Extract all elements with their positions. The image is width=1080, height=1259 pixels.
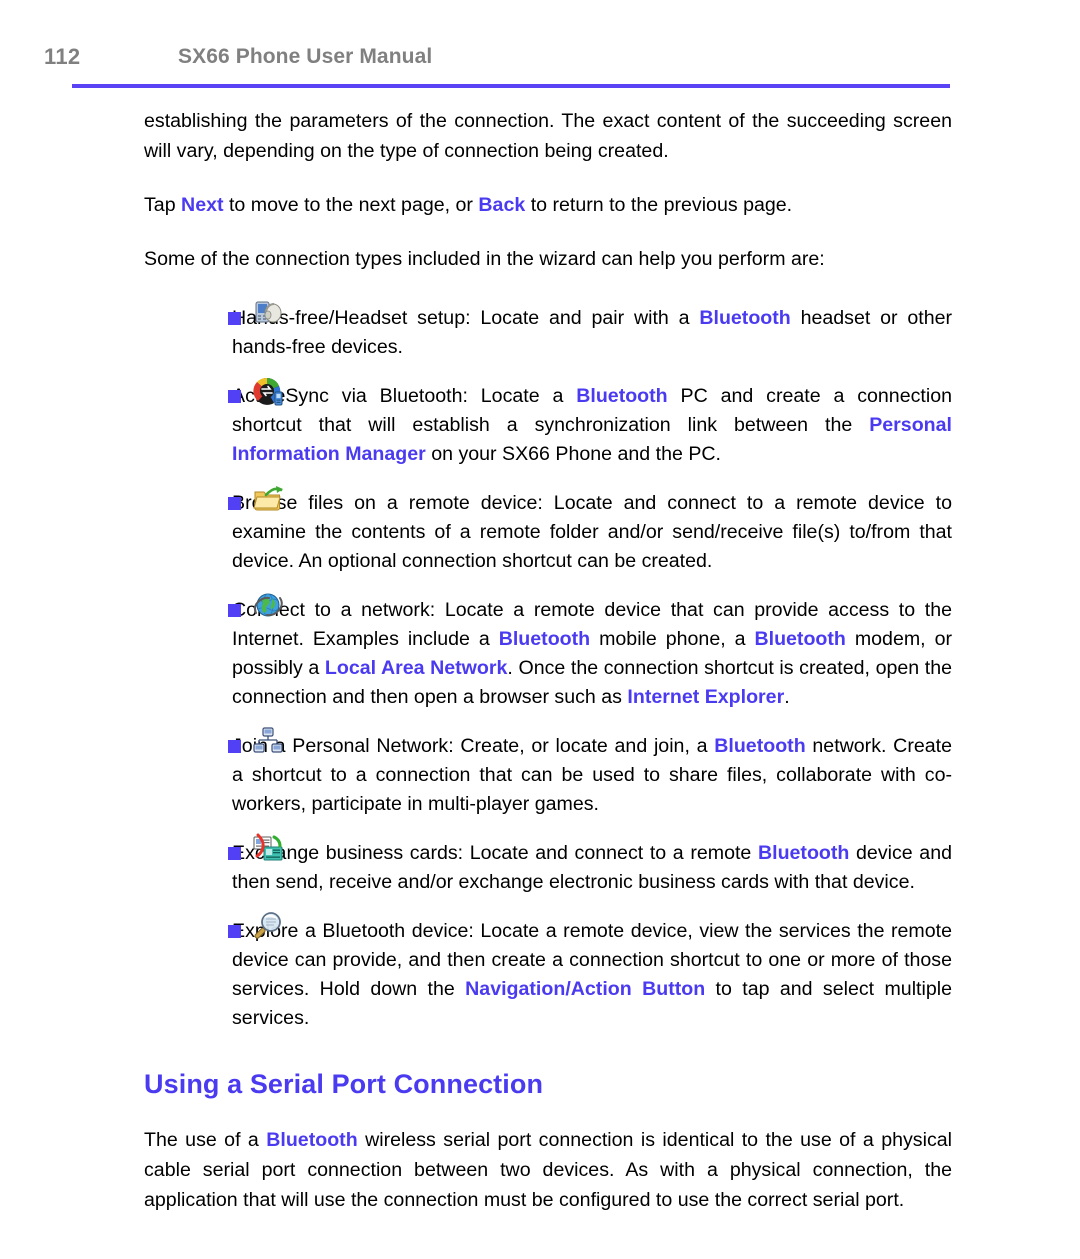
next-back-paragraph: Tap Next to move to the next page, or Ba… <box>144 190 952 220</box>
list-item: Join a Personal Network: Create, or loca… <box>144 727 952 819</box>
highlight-keyword: Local Area Network <box>324 657 508 679</box>
bluetooth-keyword: Bluetooth <box>266 1129 358 1151</box>
list-item: Exchange business cards: Locate and conn… <box>144 833 952 897</box>
list-item: Browse files on a remote device: Locate … <box>144 486 952 576</box>
highlight-keyword: Bluetooth <box>576 385 668 407</box>
highlight-keyword: Internet Explorer <box>627 686 785 708</box>
magnifier-explore-icon <box>252 911 284 943</box>
page-header: 112 SX66 Phone User Manual <box>0 44 1080 94</box>
activesync-icon <box>252 376 284 408</box>
next-back-middle-text: to move to the next page, or <box>223 194 479 216</box>
list-item-text: Browse files on a remote device: Locate … <box>232 492 952 572</box>
highlight-keyword: Bluetooth <box>757 842 850 864</box>
back-keyword: Back <box>478 194 526 216</box>
business-cards-icon <box>252 833 284 865</box>
tap-prefix-text: Tap <box>144 194 182 216</box>
next-back-suffix-text: to return to the previous page. <box>525 194 793 216</box>
connection-types-lead-in: Some of the connection types included in… <box>144 248 825 270</box>
list-item-text: Hands-free/Headset setup: Locate and pai… <box>232 307 953 358</box>
bullet-square-icon <box>228 604 241 617</box>
highlight-keyword: Bluetooth <box>699 307 791 329</box>
highlight-keyword: Navigation/Action Button <box>465 978 706 1000</box>
list-item: Explore a Bluetooth device: Locate a rem… <box>144 912 952 1033</box>
list-item: Connect to a network: Locate a remote de… <box>144 593 952 712</box>
list-item-text: Exchange business cards: Locate and conn… <box>232 842 952 893</box>
intro-paragraph: establishing the parameters of the conne… <box>144 110 952 162</box>
highlight-keyword: Bluetooth <box>714 735 806 757</box>
bullet-square-icon <box>228 390 241 403</box>
highlight-keyword: Personal Information Manager <box>232 414 952 465</box>
bullet-square-icon <box>228 925 241 938</box>
list-item-text: Connect to a network: Locate a remote de… <box>232 599 952 708</box>
list-item: Hands-free/Headset setup: Locate and pai… <box>144 301 953 362</box>
manual-title: SX66 Phone User Manual <box>178 45 433 68</box>
next-keyword: Next <box>181 194 224 216</box>
folder-browse-icon <box>252 483 284 515</box>
bullet-square-icon <box>228 497 241 510</box>
page-title: Using a Serial Port Connection <box>144 1069 544 1099</box>
highlight-keyword: Bluetooth <box>498 628 591 650</box>
headset-icon <box>252 298 284 330</box>
highlight-keyword: Bluetooth <box>754 628 846 650</box>
page-content: establishing the parameters of the conne… <box>144 106 952 1215</box>
header-divider-rule <box>72 84 950 88</box>
globe-network-icon <box>252 590 284 622</box>
connection-types-list: Hands-free/Headset setup: Locate and pai… <box>144 301 953 1033</box>
personal-network-icon <box>252 726 284 758</box>
list-item: ActiveSync via Bluetooth: Locate a Bluet… <box>144 377 952 469</box>
serial-port-paragraph: The use of a Bluetooth wireless serial p… <box>144 1125 952 1215</box>
list-item-text: Join a Personal Network: Create, or loca… <box>232 735 952 815</box>
page-number: 112 <box>44 44 81 69</box>
serial-paragraph-prefix: The use of a <box>144 1129 267 1151</box>
list-item-text: Explore a Bluetooth device: Locate a rem… <box>232 920 952 1029</box>
bullet-square-icon <box>228 847 241 860</box>
bullet-square-icon <box>228 312 241 325</box>
manual-page: 112 SX66 Phone User Manual establishing … <box>0 0 1080 1259</box>
list-item-text: ActiveSync via Bluetooth: Locate a Bluet… <box>232 385 952 465</box>
bullet-square-icon <box>228 740 241 753</box>
